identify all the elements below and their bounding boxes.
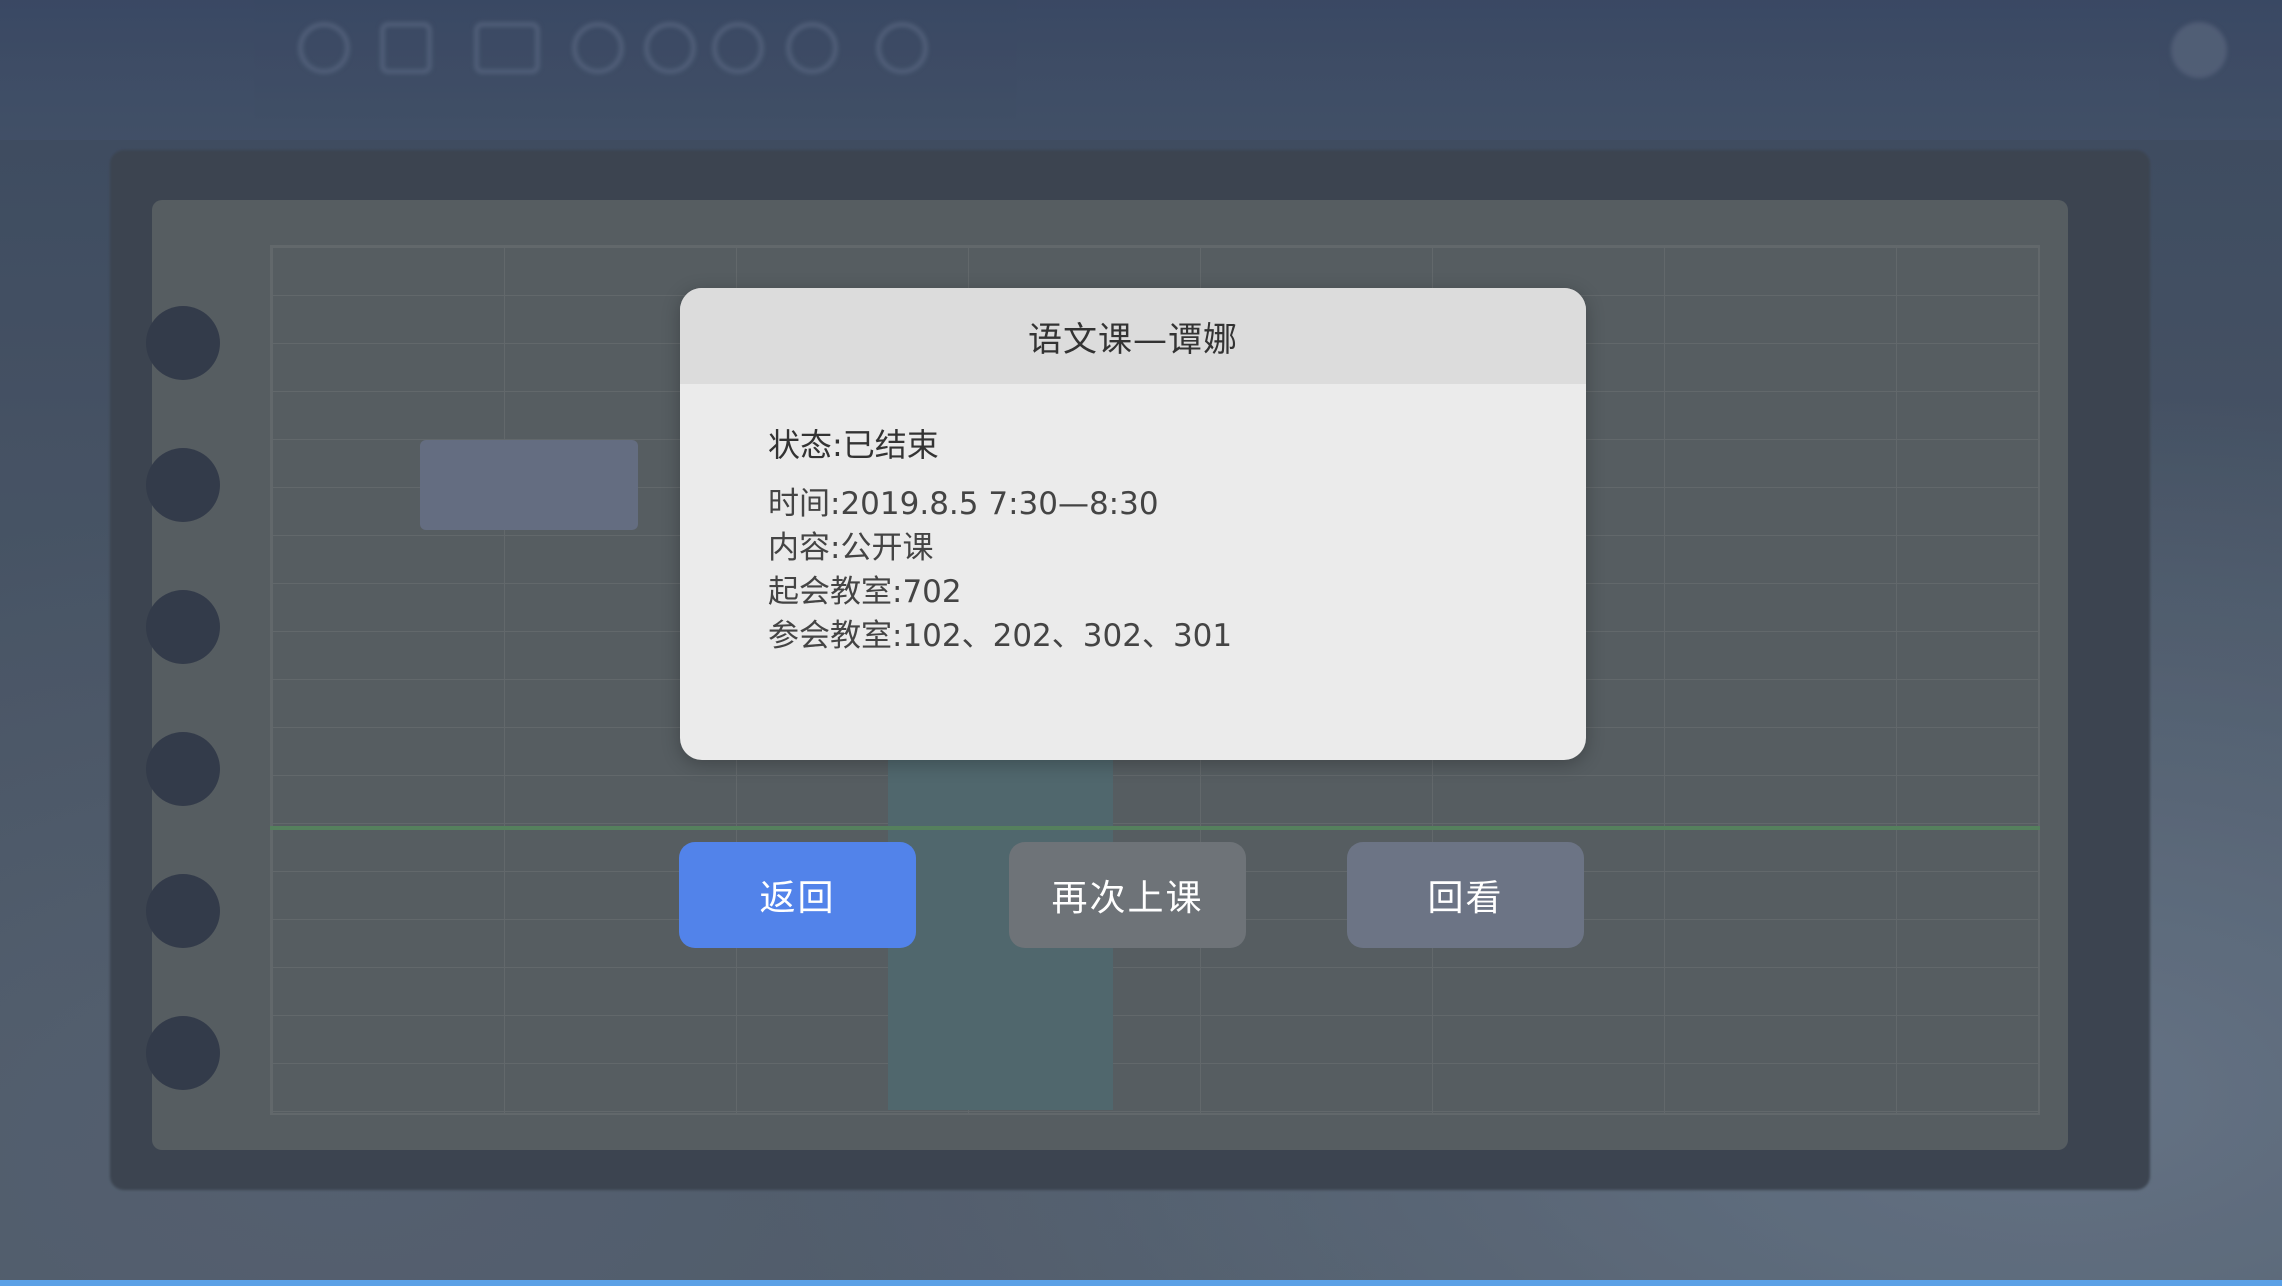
- bottom-accent-line: [0, 1280, 2282, 1286]
- host-classroom: 起会教室:702: [768, 574, 962, 610]
- back-button-label: 返回: [759, 878, 836, 919]
- restart-class-button[interactable]: 再次上课: [1009, 842, 1246, 948]
- participant-classrooms: 参会教室:102、202、302、301: [768, 618, 1233, 654]
- replay-button[interactable]: 回看: [1347, 842, 1584, 948]
- class-content: 内容:公开课: [768, 530, 934, 566]
- class-time: 时间:2019.8.5 7:30—8:30: [768, 486, 1159, 522]
- back-button[interactable]: 返回: [679, 842, 916, 948]
- replay-button-label: 回看: [1427, 878, 1504, 919]
- class-detail-dialog: 语文课—谭娜 状态:已结束 时间:2019.8.5 7:30—8:30 内容:公…: [680, 288, 1586, 760]
- dialog-header: 语文课—谭娜: [680, 288, 1586, 384]
- dialog-body: 状态:已结束 时间:2019.8.5 7:30—8:30 内容:公开课 起会教室…: [680, 384, 1586, 658]
- class-status: 状态:已结束: [768, 426, 939, 464]
- restart-class-button-label: 再次上课: [1051, 878, 1204, 919]
- dialog-title: 语文课—谭娜: [1028, 319, 1238, 360]
